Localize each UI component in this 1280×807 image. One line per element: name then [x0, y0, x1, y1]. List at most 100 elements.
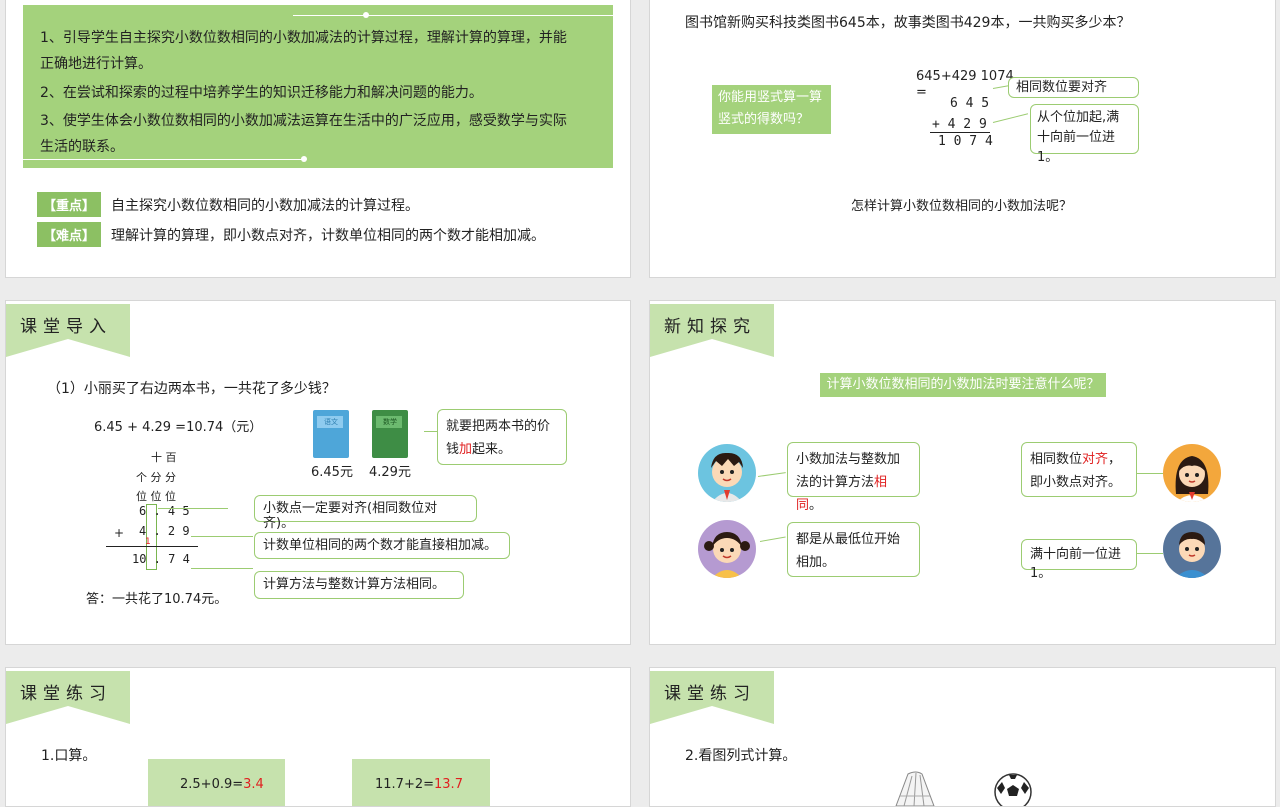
bubble-tail-3: [1136, 473, 1163, 474]
slide-practice-mental: 课堂练习 1.口算。 2.5+0.9=3.4 11.7+2=13.7: [5, 667, 631, 807]
boy-avatar: [698, 444, 756, 502]
bubble-lowest-digit-line-2: 相加。: [796, 555, 836, 570]
bubble-same-method-line-1: 小数加法与整数加: [796, 452, 901, 467]
place-header-1: 十 百: [151, 451, 177, 464]
header-title: 新知探究: [664, 317, 756, 337]
bubble-word-price: 钱: [446, 442, 460, 457]
bubble-carry-one-text: 满十向前一位进1。: [1030, 547, 1122, 581]
bubble-same-method-text-b: 。: [809, 498, 823, 513]
practice-title: 1.口算。: [41, 748, 97, 764]
decimal-question: 怎样计算小数位数相同的小数加法呢？: [851, 199, 1073, 214]
note-same-unit: 计数单位相同的两个数才能直接相加减。: [254, 532, 510, 559]
objective-line-3: 2、在尝试和探索的过程中培养学生的知识迁移能力和解决问题的能力。: [40, 85, 483, 101]
bubble-add-prices-line-1: 就要把两本书的价: [446, 419, 551, 434]
problem-2: 11.7+2=13.7: [375, 777, 463, 792]
connector-note-3: [191, 568, 253, 569]
bubble-carry-line-1: 从个位加起,满: [1037, 110, 1120, 125]
bubble-same-method-text-a: 法的计算方法: [796, 475, 875, 490]
deco-line-top: [293, 15, 613, 16]
bubble-align-point-line-2: 即小数点对齐。: [1030, 475, 1122, 490]
difficult-point-tag: 【难点】: [37, 222, 102, 247]
header-tab: 课堂练习: [6, 671, 138, 727]
objectives-panel: 1、引导学生自主探究小数位数相同的小数加减法的计算过程，理解计算的算理，并能 正…: [23, 5, 613, 168]
bubble-word-up: 起来。: [472, 442, 512, 457]
question: （1）小丽买了右边两本书，一共花了多少钱？: [47, 381, 336, 397]
deco-dot-top: [363, 12, 369, 18]
connector-2: [992, 113, 1029, 123]
boy-small-face-icon: [1175, 532, 1209, 578]
problem-1: 2.5+0.9=3.4: [180, 777, 264, 792]
girl-long-hair-icon: [1175, 456, 1209, 502]
note-same-unit-text: 计数单位相同的两个数才能直接相加减。: [263, 538, 498, 553]
vertical-row-3: 10 . 7 4: [132, 552, 190, 566]
prompt-line-2: 竖式的得数吗？: [718, 112, 810, 127]
vertical-row-1: 6 4 5: [950, 96, 990, 111]
problem-1-answer: 3.4: [243, 777, 264, 792]
bubble-tail-4: [1136, 553, 1163, 554]
bubble-lowest-digit-line-1: 都是从最低位开始: [796, 532, 901, 547]
connector-note-2: [191, 536, 253, 537]
answer: 答：一共花了10.74元。: [86, 592, 228, 607]
header-title: 课堂练习: [20, 684, 112, 704]
slide-intro: 课堂导入 （1）小丽买了右边两本书，一共花了多少钱？ 6.45 + 4.29 =…: [5, 300, 631, 645]
header-title: 课堂练习: [664, 684, 756, 704]
note-align-point: 小数点一定要对齐(相同数位对齐)。: [254, 495, 477, 531]
chinese-book-label: 语文: [324, 418, 338, 426]
slide-objectives: 1、引导学生自主探究小数位数相同的小数加减法的计算过程，理解计算的算理，并能 正…: [5, 0, 631, 278]
problem-2-question: 11.7+2=: [375, 777, 435, 792]
key-point-text: 自主探究小数位数相同的小数加减法的计算过程。: [111, 198, 419, 214]
chinese-book-price: 6.45元: [311, 465, 353, 480]
connector-note-1: [158, 508, 228, 509]
bubble-align-text: 相同数位要对齐: [1016, 80, 1108, 95]
girl-avatar: [698, 520, 756, 578]
bubble-add-prices: 就要把两本书的价 钱加起来。: [437, 409, 567, 465]
boy-face-icon: [711, 452, 743, 502]
bubble-tail-1: [757, 472, 786, 477]
bubble-align-text-b: ，: [1108, 452, 1122, 467]
bubble-word-add: 加: [459, 442, 473, 457]
question-banner-text: 计算小数位数相同的小数加法时要注意什么呢？: [826, 377, 1100, 392]
header-title: 课堂导入: [20, 317, 112, 337]
bubble-align-point: 相同数位对齐， 即小数点对齐。: [1021, 442, 1137, 497]
bubble-align-word-align: 对齐: [1082, 452, 1109, 467]
place-header-3: 位 位 位: [136, 490, 176, 503]
boy-small-avatar: [1163, 520, 1221, 578]
slide-explore: 新知探究 计算小数位数相同的小数加法时要注意什么呢？ 小数加法与整数加 法的计算…: [649, 300, 1276, 645]
deco-dot-bottom: [301, 156, 307, 162]
sum-line: [106, 546, 198, 547]
key-point-tag: 【重点】: [37, 192, 102, 217]
note-same-method-text: 计算方法与整数计算方法相同。: [263, 577, 446, 592]
library-question: 图书馆新购买科技类图书645本，故事类图书429本，一共购买多少本？: [685, 15, 1131, 31]
slide-integer-addition: 图书馆新购买科技类图书645本，故事类图书429本，一共购买多少本？ 你能用竖式…: [649, 0, 1276, 278]
equation: 645+429 1074: [916, 69, 1014, 84]
practice-title: 2.看图列式计算。: [685, 748, 797, 764]
bubble-lowest-digit: 都是从最低位开始 相加。: [787, 522, 920, 577]
bubble-same-method: 小数加法与整数加 法的计算方法相同。: [787, 442, 920, 513]
problem-1-question: 2.5+0.9=: [180, 777, 244, 792]
bubble-align-point-line-1: 相同数位对齐，: [1030, 448, 1128, 471]
math-book: 数学: [372, 410, 408, 458]
bubble-add-prices-line-2: 钱加起来。: [446, 438, 558, 461]
header-tab: 课堂练习: [650, 671, 782, 727]
vertical-row-2: + 4 2 9: [932, 117, 987, 132]
equation: 6.45 + 4.29 =10.74（元）: [94, 420, 263, 435]
vertical-line: [930, 132, 990, 133]
problem-2-answer: 13.7: [434, 777, 463, 792]
bubble-carry-one: 满十向前一位进1。: [1021, 539, 1137, 581]
shuttlecock-icon: [895, 771, 935, 806]
vertical-row-1: 6 . 4 5: [139, 504, 190, 518]
math-book-label: 数学: [383, 418, 397, 426]
bubble-carry-line-2: 十向前一位进1。: [1037, 130, 1116, 165]
girl-long-hair-avatar: [1163, 444, 1221, 502]
place-header-2: 个 分 分: [136, 471, 176, 484]
vertical-row-3: 1 0 7 4: [938, 134, 993, 149]
vertical-row-2: 4 . 2 9: [139, 524, 190, 538]
question-banner: 计算小数位数相同的小数加法时要注意什么呢？: [820, 373, 1106, 397]
note-align-point-text: 小数点一定要对齐(相同数位对齐)。: [263, 501, 438, 531]
objective-line-2: 正确地进行计算。: [40, 56, 152, 72]
bubble-align-text-a: 相同数位: [1030, 452, 1083, 467]
bubble-tail-top: [424, 431, 438, 432]
objective-line-1: 1、引导学生自主探究小数位数相同的小数加减法的计算过程，理解计算的算理，并能: [40, 30, 567, 46]
equals-sign: =: [916, 85, 927, 100]
soccer-ball-icon: [994, 773, 1032, 806]
